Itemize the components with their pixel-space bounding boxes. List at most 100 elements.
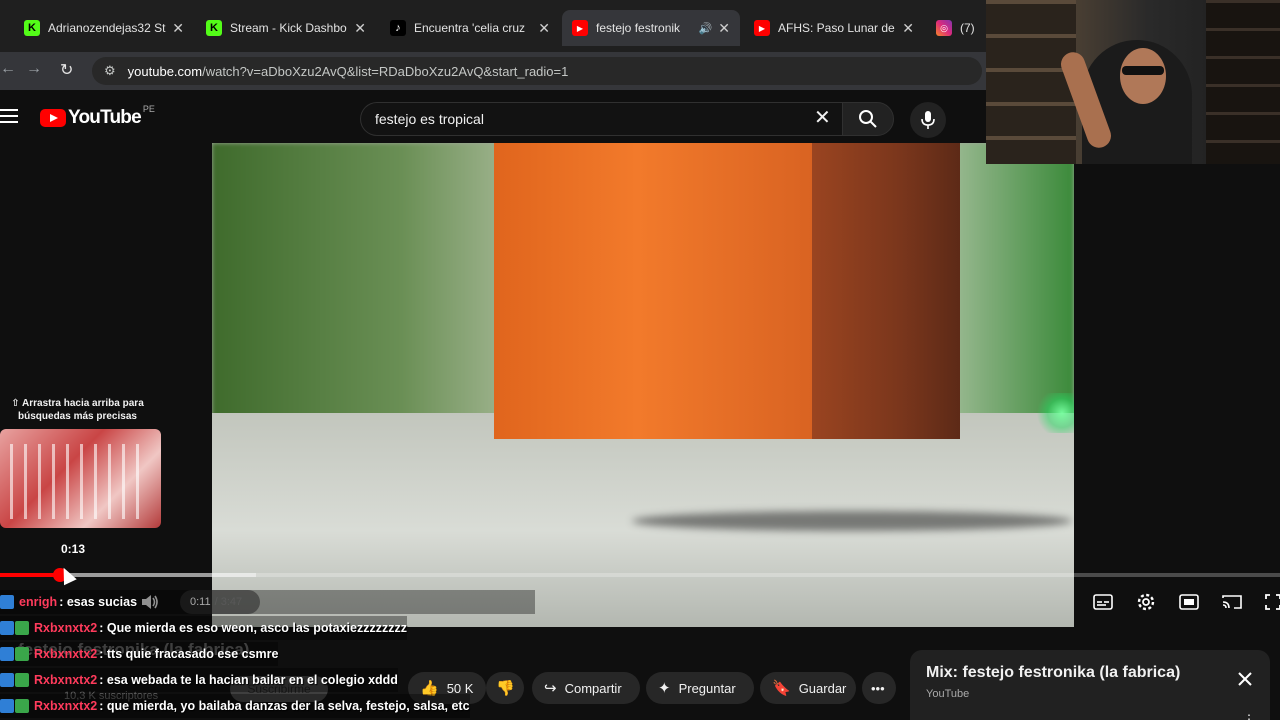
- close-icon[interactable]: [1234, 668, 1256, 690]
- microphone-icon: [921, 111, 935, 129]
- site-settings-icon[interactable]: ⚙: [104, 63, 116, 79]
- badge-icon: [15, 621, 29, 635]
- chat-badges: [0, 699, 30, 713]
- youtube-play-icon: [40, 109, 66, 127]
- chat-message: Rxbxnxtx2 : que mierda, yo bailaba danza…: [0, 694, 470, 718]
- cast-button[interactable]: [1221, 591, 1243, 613]
- badge-icon: [0, 621, 14, 635]
- chat-text: : que mierda, yo bailaba danzas der la s…: [99, 699, 470, 713]
- chat-message: Rxbxnxtx2 : Que mierda es eso weon, asco…: [0, 616, 407, 640]
- speaker-icon[interactable]: 🔊: [699, 22, 713, 35]
- thumbs-down-icon: 👎: [496, 680, 515, 697]
- chat-message: Rxbxnxtx2 : tts quie fracasado ese csmre: [0, 642, 279, 666]
- close-icon[interactable]: ✕: [354, 20, 366, 37]
- hamburger-menu-icon[interactable]: [0, 109, 18, 123]
- miniplayer-icon: [1179, 594, 1199, 610]
- chat-username: Rxbxnxtx2: [34, 699, 98, 713]
- more-actions-button[interactable]: •••: [862, 672, 896, 704]
- mix-title: Mix: festejo festronika (la fabrica): [926, 664, 1181, 681]
- chat-text: : esas sucias: [59, 595, 138, 609]
- tab-title: (7) In: [960, 21, 976, 35]
- search-icon: [859, 110, 877, 128]
- tab-title: Encuentra 'celia cruz: [414, 21, 526, 35]
- close-icon[interactable]: ✕: [902, 20, 914, 37]
- dislike-button[interactable]: 👎: [486, 672, 524, 704]
- voice-search-button[interactable]: [910, 102, 946, 138]
- chat-text: : esa webada te la hacian bailar en el c…: [99, 673, 398, 687]
- chat-badges: [0, 595, 15, 609]
- url-host: youtube.com: [127, 63, 203, 79]
- tab-title: Stream - Kick Dashbo: [230, 21, 347, 35]
- screen: K Adrianozendejas32 St ✕ K Stream - Kick…: [0, 0, 1280, 720]
- tiktok-icon: ♪: [390, 20, 406, 36]
- instagram-icon: ◎: [936, 20, 952, 36]
- kick-icon: K: [24, 20, 40, 36]
- ask-button[interactable]: ✦ Preguntar: [646, 672, 754, 704]
- ask-label: Preguntar: [678, 680, 736, 696]
- tab-kick-dashboard[interactable]: K Stream - Kick Dashbo ✕: [196, 10, 376, 46]
- progress-bar[interactable]: [0, 568, 1280, 582]
- chat-username: Rxbxnxtx2: [34, 673, 98, 687]
- badge-icon: [15, 673, 29, 687]
- country-code: PE: [142, 104, 155, 114]
- settings-button[interactable]: [1135, 591, 1157, 613]
- webcam-shelf: [986, 0, 1076, 164]
- reload-icon[interactable]: ↻: [60, 60, 73, 80]
- more-vertical-icon[interactable]: ⋮: [1243, 712, 1255, 720]
- share-button[interactable]: ↪ Compartir: [532, 672, 640, 704]
- subtitles-button[interactable]: [1092, 591, 1114, 613]
- close-icon[interactable]: ✕: [538, 20, 550, 37]
- cast-icon: [1222, 595, 1242, 609]
- chat-badges: [0, 621, 30, 635]
- gear-icon: [1137, 593, 1155, 611]
- video-shadow: [632, 511, 1072, 531]
- close-icon[interactable]: ✕: [718, 20, 730, 37]
- close-icon[interactable]: ✕: [172, 20, 184, 37]
- mix-playlist-panel[interactable]: Mix: festejo festronika (la fabrica) You…: [910, 650, 1270, 720]
- tab-title: festejo festronik: [596, 21, 681, 35]
- bookmark-icon: 🔖: [772, 680, 791, 697]
- tab-instagram[interactable]: ◎ (7) In: [926, 10, 986, 46]
- badge-icon: [15, 699, 29, 713]
- seek-preview-thumbnail: [0, 429, 161, 528]
- sparkle-icon: ✦: [658, 680, 671, 697]
- share-icon: ↪: [544, 680, 557, 697]
- youtube-icon: ▶: [572, 20, 588, 36]
- chat-username: enrigh: [19, 595, 58, 609]
- video-green-glow: [1032, 393, 1074, 433]
- search-input[interactable]: festejo es tropical: [360, 102, 842, 136]
- mix-subtitle: YouTube: [926, 688, 970, 700]
- webcam-overlay: [986, 0, 1280, 164]
- tab-youtube-afhs[interactable]: ▶ AFHS: Paso Lunar de ✕: [744, 10, 924, 46]
- more-icon: •••: [871, 680, 885, 696]
- search-button[interactable]: [842, 102, 894, 136]
- webcam-sunglasses: [1122, 66, 1164, 75]
- tab-tiktok[interactable]: ♪ Encuentra 'celia cruz ✕: [380, 10, 560, 46]
- chat-text: : tts quie fracasado ese csmre: [99, 647, 279, 661]
- forward-icon[interactable]: →: [26, 60, 42, 78]
- save-button[interactable]: 🔖 Guardar: [760, 672, 856, 704]
- video-orange-block: [494, 143, 812, 439]
- youtube-icon: ▶: [754, 20, 770, 36]
- youtube-logo[interactable]: YouTube PE: [40, 104, 155, 129]
- progress-played: [0, 573, 61, 577]
- address-bar[interactable]: ⚙ youtube.com /watch?v=aDboXzu2AvQ&list=…: [92, 57, 982, 85]
- chat-message: enrigh : esas sucias: [0, 590, 535, 614]
- chat-text: : Que mierda es eso weon, asco las potax…: [99, 621, 407, 635]
- save-label: Guardar: [798, 680, 847, 696]
- chat-badges: [0, 673, 30, 687]
- miniplayer-button[interactable]: [1178, 591, 1200, 613]
- tab-kick-channel[interactable]: K Adrianozendejas32 St ✕: [14, 10, 194, 46]
- webcam-background: [1206, 0, 1280, 164]
- url-path: /watch?v=aDboXzu2AvQ&list=RDaDboXzu2AvQ&…: [202, 63, 569, 79]
- fullscreen-icon: [1265, 594, 1280, 610]
- share-label: Compartir: [564, 680, 622, 696]
- back-icon[interactable]: ←: [0, 60, 16, 78]
- video-player[interactable]: [212, 143, 1074, 627]
- fullscreen-button[interactable]: [1262, 591, 1280, 613]
- badge-icon: [15, 647, 29, 661]
- kick-icon: K: [206, 20, 222, 36]
- chat-username: Rxbxnxtx2: [34, 647, 98, 661]
- tab-youtube-festejo[interactable]: ▶ festejo festronik 🔊 ✕: [562, 10, 740, 46]
- clear-search-icon[interactable]: ✕: [814, 107, 831, 129]
